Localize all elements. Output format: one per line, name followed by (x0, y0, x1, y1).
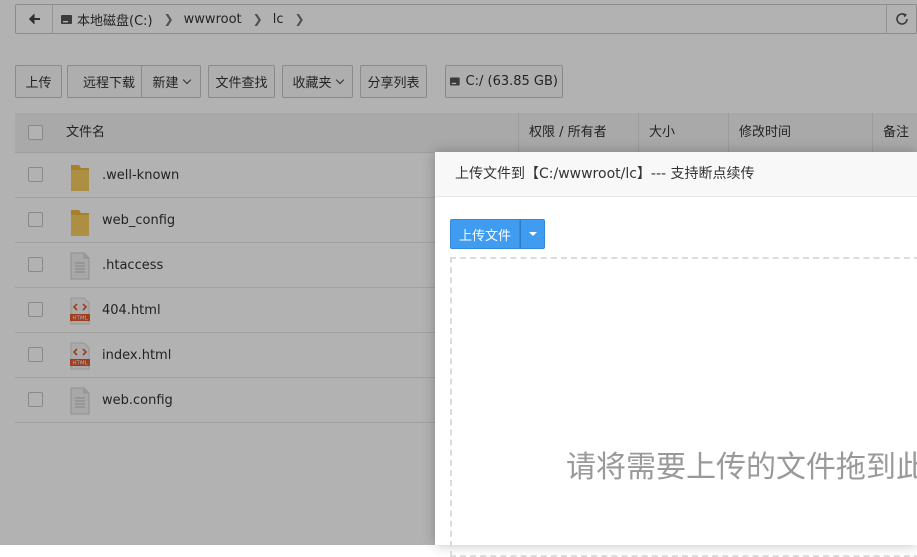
upload-options-dropdown[interactable] (520, 219, 545, 249)
upload-file-button-group: 上传文件 (450, 219, 545, 249)
dialog-title: 上传文件到【C:/wwwroot/lc】--- 支持断点续传 (435, 152, 917, 197)
upload-dialog: 上传文件到【C:/wwwroot/lc】--- 支持断点续传 上传文件 请将需要… (435, 152, 917, 557)
upload-file-button[interactable]: 上传文件 (450, 219, 520, 249)
caret-down-icon (528, 232, 537, 236)
drop-zone-text: 请将需要上传的文件拖到此 (566, 450, 917, 485)
upload-file-label: 上传文件 (458, 228, 511, 244)
drop-zone[interactable]: 请将需要上传的文件拖到此 (450, 257, 917, 557)
